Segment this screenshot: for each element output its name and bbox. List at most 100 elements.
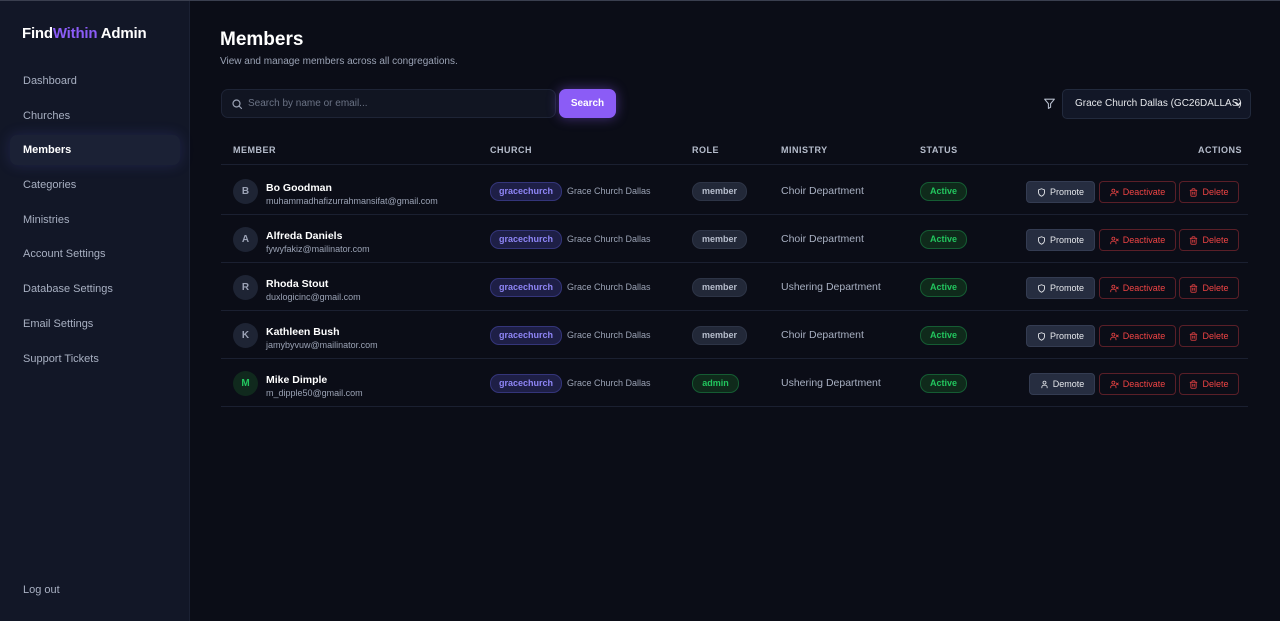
promote-button[interactable]: Promote <box>1026 181 1095 203</box>
trash-icon <box>1190 235 1198 245</box>
status-badge: Active <box>920 326 967 345</box>
promote-label: Promote <box>1049 283 1084 293</box>
search-icon <box>232 99 243 110</box>
ministry-name: Choir Department <box>781 329 864 341</box>
status-badge: Active <box>920 230 967 249</box>
trash-icon <box>1190 187 1198 197</box>
search-input[interactable] <box>248 90 548 117</box>
avatar: A <box>233 227 258 252</box>
church-tag-badge: gracechurch <box>490 230 562 249</box>
deactivate-button[interactable]: Deactivate <box>1099 373 1176 395</box>
avatar: M <box>233 371 258 396</box>
shield-icon <box>1038 331 1045 341</box>
delete-button[interactable]: Delete <box>1179 277 1239 299</box>
delete-button[interactable]: Delete <box>1179 325 1239 347</box>
deactivate-label: Deactivate <box>1122 379 1166 389</box>
user-x-icon <box>1110 332 1119 340</box>
sidebar-item-support-tickets[interactable]: Support Tickets <box>10 344 180 374</box>
main-content: Members View and manage members across a… <box>190 1 1280 621</box>
sidebar-item-dashboard[interactable]: Dashboard <box>10 66 180 96</box>
member-name: Alfreda Daniels <box>266 230 343 242</box>
delete-button[interactable]: Delete <box>1179 373 1239 395</box>
status-badge: Active <box>920 374 967 393</box>
deactivate-button[interactable]: Deactivate <box>1099 229 1176 251</box>
shield-icon <box>1038 283 1045 293</box>
member-name: Bo Goodman <box>266 182 332 194</box>
user-x-icon <box>1110 236 1119 244</box>
avatar: R <box>233 275 258 300</box>
promote-button[interactable]: Promote <box>1026 277 1095 299</box>
church-name: Grace Church Dallas <box>567 186 651 196</box>
table-row: B Bo Goodman muhammadhafizurrahmansifat@… <box>221 167 1248 215</box>
page-subtitle: View and manage members across all congr… <box>220 56 458 67</box>
sidebar-nav: Dashboard Churches Members Categories Mi… <box>10 66 180 378</box>
shield-icon <box>1038 187 1045 197</box>
column-header-status: STATUS <box>920 145 958 155</box>
church-filter-select[interactable]: Grace Church Dallas (GC26DALLAS) <box>1062 89 1251 119</box>
table-row: K Kathleen Bush jamybyvuw@mailinator.com… <box>221 311 1248 359</box>
deactivate-label: Deactivate <box>1122 187 1166 197</box>
brand-logo: FindWithin Admin <box>22 25 147 42</box>
church-name: Grace Church Dallas <box>567 378 651 388</box>
search-button[interactable]: Search <box>559 89 616 118</box>
deactivate-button[interactable]: Deactivate <box>1099 277 1176 299</box>
role-badge: member <box>692 326 747 345</box>
sidebar: FindWithin Admin Dashboard Churches Memb… <box>0 1 190 621</box>
search-box <box>221 89 556 118</box>
logout-link[interactable]: Log out <box>23 584 60 596</box>
user-x-icon <box>1110 188 1119 196</box>
promote-button[interactable]: Promote <box>1026 325 1095 347</box>
role-badge: member <box>692 182 747 201</box>
ministry-name: Choir Department <box>781 233 864 245</box>
sidebar-item-churches[interactable]: Churches <box>10 101 180 131</box>
promote-button[interactable]: Promote <box>1026 229 1095 251</box>
role-badge: member <box>692 230 747 249</box>
sidebar-item-database-settings[interactable]: Database Settings <box>10 274 180 304</box>
shield-icon <box>1038 235 1045 245</box>
role-badge: member <box>692 278 747 297</box>
church-tag-badge: gracechurch <box>490 374 562 393</box>
delete-label: Delete <box>1202 187 1229 197</box>
sidebar-item-ministries[interactable]: Ministries <box>10 205 180 235</box>
table-row: A Alfreda Daniels fywyfakiz@mailinator.c… <box>221 215 1248 263</box>
status-badge: Active <box>920 278 967 297</box>
delete-button[interactable]: Delete <box>1179 229 1239 251</box>
role-badge: admin <box>692 374 739 393</box>
sidebar-item-email-settings[interactable]: Email Settings <box>10 309 180 339</box>
member-name: Kathleen Bush <box>266 326 340 338</box>
delete-label: Delete <box>1202 283 1229 293</box>
table-row: R Rhoda Stout duxlogicinc@gmail.com grac… <box>221 263 1248 311</box>
sidebar-item-account-settings[interactable]: Account Settings <box>10 239 180 269</box>
deactivate-label: Deactivate <box>1122 235 1166 245</box>
church-filter-value: Grace Church Dallas (GC26DALLAS) <box>1075 98 1242 109</box>
delete-label: Delete <box>1202 235 1229 245</box>
demote-button[interactable]: Demote <box>1029 373 1095 395</box>
table-row: M Mike Dimple m_dipple50@gmail.com grace… <box>221 359 1248 407</box>
trash-icon <box>1190 283 1198 293</box>
user-x-icon <box>1110 380 1119 388</box>
church-tag-badge: gracechurch <box>490 278 562 297</box>
brand-part-find: Find <box>22 25 53 42</box>
ministry-name: Ushering Department <box>781 377 881 389</box>
member-email: m_dipple50@gmail.com <box>266 388 363 398</box>
column-header-member: MEMBER <box>233 145 276 155</box>
page-title: Members <box>220 29 304 50</box>
member-email: muhammadhafizurrahmansifat@gmail.com <box>266 196 438 206</box>
filter-icon <box>1044 98 1055 109</box>
chevron-down-icon <box>1234 102 1242 107</box>
brand-part-within: Within <box>52 25 98 42</box>
church-name: Grace Church Dallas <box>567 234 651 244</box>
ministry-name: Ushering Department <box>781 281 881 293</box>
sidebar-item-members[interactable]: Members <box>10 135 180 166</box>
deactivate-button[interactable]: Deactivate <box>1099 325 1176 347</box>
deactivate-button[interactable]: Deactivate <box>1099 181 1176 203</box>
user-icon <box>1041 380 1048 388</box>
sidebar-item-categories[interactable]: Categories <box>10 170 180 200</box>
column-header-actions: ACTIONS <box>1198 145 1242 155</box>
delete-button[interactable]: Delete <box>1179 181 1239 203</box>
promote-label: Promote <box>1049 187 1084 197</box>
user-x-icon <box>1110 284 1119 292</box>
delete-label: Delete <box>1202 379 1229 389</box>
column-header-ministry: MINISTRY <box>781 145 828 155</box>
column-header-church: CHURCH <box>490 145 532 155</box>
